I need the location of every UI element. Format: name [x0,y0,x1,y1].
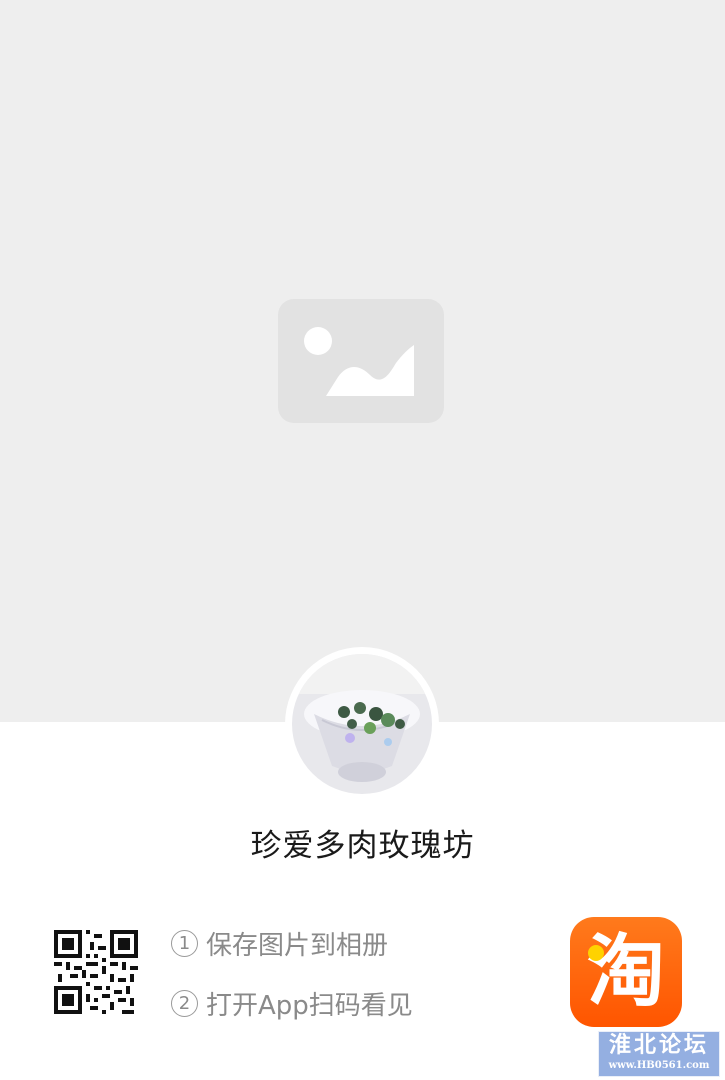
watermark-title: 淮北论坛 [608,1033,709,1058]
instruction-step-1: 1 保存图片到相册 [171,925,388,962]
shop-avatar[interactable] [292,654,432,794]
shop-avatar-photo [292,654,432,794]
image-placeholder-icon [278,299,444,423]
qr-code-icon [54,930,138,1014]
taobao-logo-glyph: 淘 [586,927,665,1017]
step-text-1: 保存图片到相册 [206,931,389,961]
step-number-1: 1 [171,930,198,957]
forum-watermark: 淮北论坛 www.HB0561.com [598,1031,720,1077]
step-number-2: 2 [171,990,198,1017]
shop-name: 珍爱多肉玫瑰坊 [250,828,475,864]
cover-area [0,0,725,722]
step-text-2: 打开App扫码看见 [206,991,413,1021]
taobao-logo-dot [588,945,604,961]
taobao-logo-icon: 淘 [570,917,682,1027]
instruction-step-2: 2 打开App扫码看见 [171,985,413,1022]
watermark-url: www.HB0561.com [608,1060,710,1071]
